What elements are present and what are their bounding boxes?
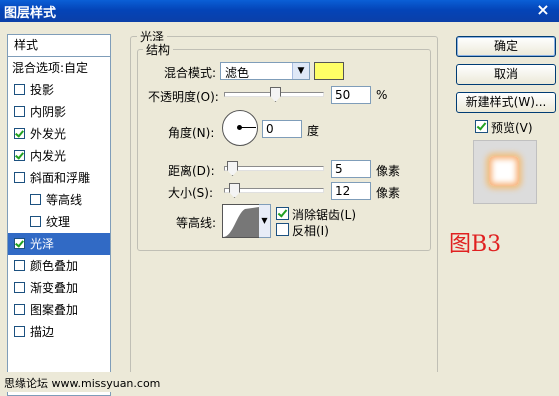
distance-input[interactable]: 5 [331,160,371,178]
figure-annotation: 图B3 [449,232,502,257]
close-icon[interactable]: × [533,0,553,20]
color-swatch[interactable] [314,62,344,80]
preview-glow-square [489,156,519,186]
opacity-input[interactable]: 50 [331,86,371,104]
style-item-label: 颜色叠加 [30,259,79,273]
opacity-slider[interactable] [224,87,324,102]
size-slider-handle[interactable] [229,183,240,198]
preview-label[interactable]: 预览(V) [491,119,533,136]
style-item-label: 描边 [30,325,55,339]
style-item-label: 外发光 [30,127,67,141]
style-item-checkbox[interactable] [14,172,25,183]
cancel-button[interactable]: 取消 [456,64,556,85]
style-item[interactable]: 颜色叠加 [8,255,110,277]
style-item[interactable]: 图案叠加 [8,299,110,321]
ok-button[interactable]: 确定 [456,36,556,57]
opacity-unit: % [376,88,388,102]
size-label: 大小(S): [168,186,214,200]
size-unit: 像素 [376,186,401,200]
style-preview-thumbnail [473,140,537,204]
styles-header[interactable]: 样式 [8,35,110,57]
style-item[interactable]: 纹理 [8,211,110,233]
style-item[interactable]: 内发光 [8,145,110,167]
distance-slider[interactable] [224,161,324,176]
style-item[interactable]: 斜面和浮雕 [8,167,110,189]
style-item-label: 内阴影 [30,105,67,119]
chevron-down-icon: ▼ [292,63,309,79]
opacity-label: 不透明度(O): [148,90,219,104]
invert-label[interactable]: 反相(I) [292,222,329,239]
style-item[interactable]: 内阴影 [8,101,110,123]
style-item-label: 投影 [30,83,55,97]
angle-input[interactable]: 0 [262,120,302,138]
style-item-label: 图案叠加 [30,303,79,317]
invert-checkbox[interactable] [276,223,289,236]
style-item-label: 光泽 [30,237,55,251]
antialias-label[interactable]: 消除锯齿(L) [292,206,356,223]
style-item-checkbox[interactable] [30,216,41,227]
style-item-checkbox[interactable] [14,326,25,337]
blend-options-item[interactable]: 混合选项:自定 [8,57,110,79]
window-title: 图层样式 [4,6,57,21]
structure-group: 结构 混合模式: 滤色 ▼ 不透明度(O): 50 % 角度(N): 0 度 距… [137,41,431,251]
contour-label: 等高线: [176,216,217,230]
style-item-label: 斜面和浮雕 [30,171,91,185]
contour-dropdown-icon[interactable]: ▼ [259,204,271,238]
size-input[interactable]: 12 [331,182,371,200]
distance-slider-handle[interactable] [227,161,238,176]
angle-dial[interactable] [222,110,258,146]
style-item-checkbox[interactable] [30,194,41,205]
footer-watermark: 思缘论坛 www.missyuan.com [0,372,559,392]
effects-list: 投影内阴影外发光内发光斜面和浮雕等高线纹理光泽颜色叠加渐变叠加图案叠加描边 [8,79,110,343]
style-item-checkbox[interactable] [14,238,25,249]
style-item[interactable]: 渐变叠加 [8,277,110,299]
footer-text: 思缘论坛 www.missyuan.com [4,377,161,390]
new-style-button[interactable]: 新建样式(W)... [456,92,556,113]
dialog-body: 样式 混合选项:自定 投影内阴影外发光内发光斜面和浮雕等高线纹理光泽颜色叠加渐变… [0,22,559,396]
style-item-checkbox[interactable] [14,84,25,95]
blend-mode-label: 混合模式: [164,66,217,80]
opacity-slider-handle[interactable] [270,87,281,102]
distance-unit: 像素 [376,164,401,178]
contour-curve-icon [223,207,259,237]
style-item-checkbox[interactable] [14,150,25,161]
antialias-checkbox[interactable] [276,207,289,220]
blend-mode-value: 滤色 [225,66,250,80]
blend-mode-select[interactable]: 滤色 ▼ [220,62,310,80]
style-item[interactable]: 投影 [8,79,110,101]
style-item[interactable]: 光泽 [8,233,110,255]
style-item-checkbox[interactable] [14,282,25,293]
title-bar: 图层样式 × [0,0,559,22]
style-item[interactable]: 等高线 [8,189,110,211]
style-item-checkbox[interactable] [14,304,25,315]
angle-label: 角度(N): [168,126,215,140]
style-item[interactable]: 描边 [8,321,110,343]
size-slider[interactable] [224,183,324,198]
blend-options-label: 混合选项:自定 [12,61,89,75]
satin-group: 光泽 结构 混合模式: 滤色 ▼ 不透明度(O): 50 % 角度(N): 0 … [130,28,438,384]
style-item-checkbox[interactable] [14,128,25,139]
styles-list: 样式 混合选项:自定 投影内阴影外发光内发光斜面和浮雕等高线纹理光泽颜色叠加渐变… [7,34,111,396]
style-item-label: 内发光 [30,149,67,163]
distance-label: 距离(D): [168,164,215,178]
style-item-checkbox[interactable] [14,260,25,271]
style-item-label: 纹理 [46,215,71,229]
preview-checkbox[interactable] [475,120,488,133]
structure-title: 结构 [143,41,174,58]
style-item-label: 等高线 [46,193,83,207]
angle-dial-hand [239,127,256,128]
angle-unit: 度 [307,124,320,138]
style-item[interactable]: 外发光 [8,123,110,145]
style-item-label: 渐变叠加 [30,281,79,295]
contour-picker[interactable] [222,204,260,238]
style-item-checkbox[interactable] [14,106,25,117]
